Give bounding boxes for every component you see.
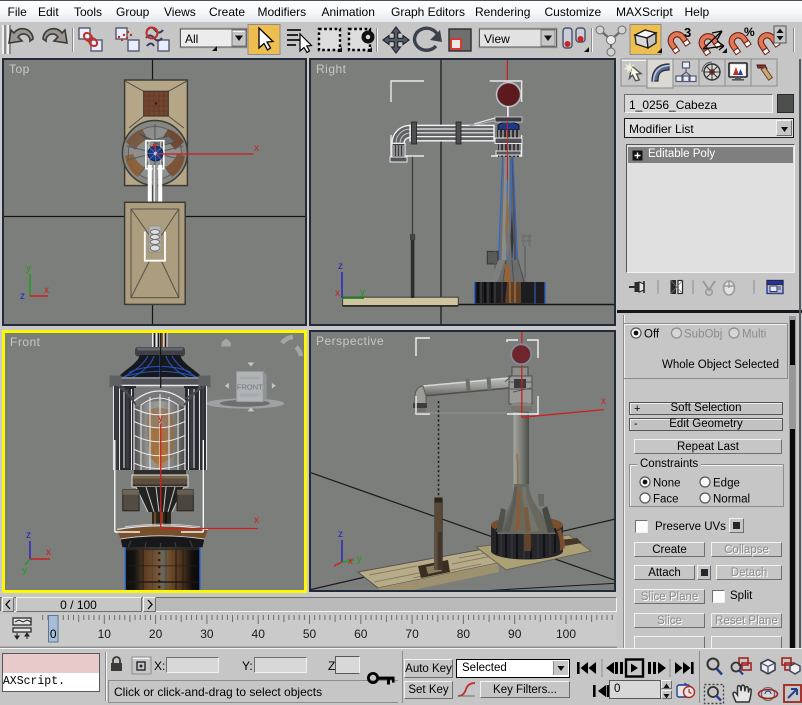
svg-text:y: y: [26, 263, 31, 274]
svg-text:Multi: Multi: [742, 329, 766, 341]
svg-text:x: x: [601, 396, 606, 407]
svg-text:All: All: [185, 32, 198, 46]
svg-text:View: View: [484, 32, 510, 46]
svg-text:20: 20: [149, 627, 163, 641]
svg-text:3: 3: [684, 25, 691, 40]
svg-text:x: x: [44, 285, 49, 296]
svg-text:y: y: [357, 554, 362, 565]
svg-text:z: z: [338, 261, 343, 272]
svg-text:10: 10: [98, 627, 112, 641]
svg-text:y: y: [158, 413, 163, 424]
svg-text:y: y: [153, 142, 157, 151]
svg-text:Perspective: Perspective: [316, 334, 384, 348]
svg-text:80: 80: [457, 627, 471, 641]
svg-text:70: 70: [405, 627, 419, 641]
svg-text:100: 100: [556, 627, 576, 641]
svg-text:%: %: [744, 25, 755, 39]
svg-text:z: z: [338, 529, 343, 540]
svg-text:Front: Front: [10, 335, 41, 349]
svg-text:30: 30: [200, 627, 214, 641]
svg-text:x: x: [254, 515, 259, 526]
svg-text:Top: Top: [9, 62, 30, 76]
svg-text:z: z: [20, 291, 25, 302]
svg-text:FRONT: FRONT: [237, 383, 263, 392]
svg-text:Right: Right: [316, 62, 347, 76]
svg-text:SubObj: SubObj: [684, 329, 722, 341]
svg-text:Edge: Edge: [713, 478, 740, 490]
svg-text:Face: Face: [653, 494, 679, 506]
svg-text:40: 40: [252, 627, 266, 641]
svg-text:Off: Off: [644, 329, 660, 341]
svg-text:None: None: [653, 478, 681, 490]
svg-text:x: x: [348, 556, 353, 567]
svg-text:x: x: [254, 143, 259, 154]
svg-text:z: z: [26, 530, 31, 541]
svg-text:Normal: Normal: [713, 494, 750, 506]
svg-text:y: y: [360, 287, 365, 298]
svg-text:x: x: [46, 547, 51, 558]
svg-text:x: x: [335, 288, 340, 299]
svg-text:90: 90: [508, 627, 522, 641]
svg-text:0: 0: [50, 627, 57, 641]
svg-text:60: 60: [354, 627, 368, 641]
svg-text:y: y: [22, 565, 27, 576]
svg-text:50: 50: [303, 627, 317, 641]
